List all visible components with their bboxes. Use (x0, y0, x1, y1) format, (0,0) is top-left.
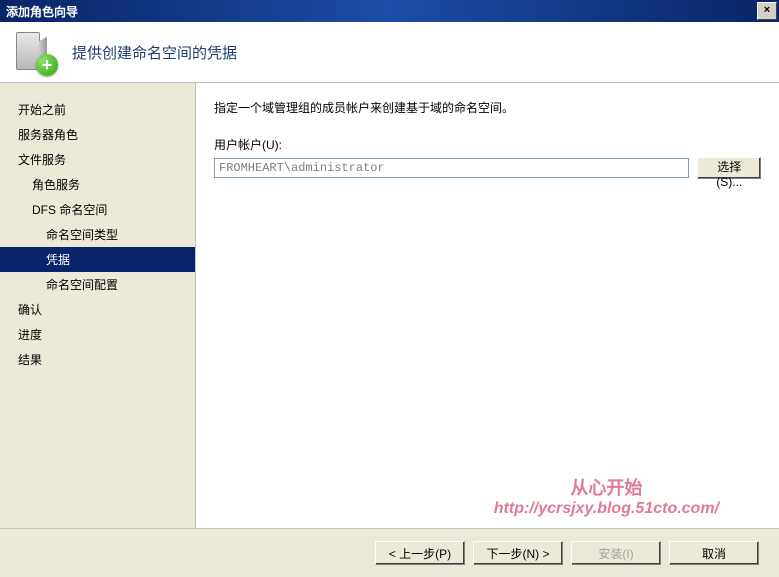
plus-icon: + (36, 54, 58, 76)
close-button[interactable]: × (757, 2, 777, 20)
account-input[interactable] (214, 158, 689, 178)
page-title: 提供创建命名空间的凭据 (72, 42, 237, 63)
sidebar-item-results[interactable]: 结果 (0, 347, 195, 372)
account-field-row: 选择(S)... (214, 157, 761, 179)
content-description: 指定一个域管理组的成员帐户来创建基于域的命名空间。 (214, 99, 761, 116)
titlebar: 添加角色向导 × (0, 0, 779, 22)
wizard-footer: < 上一步(P) 下一步(N) > 安装(I) 取消 (0, 528, 779, 577)
account-label: 用户帐户(U): (214, 136, 761, 153)
window-title: 添加角色向导 (6, 3, 757, 20)
watermark-line2: http://ycrsjxy.blog.51cto.com/ (494, 500, 719, 518)
select-account-button[interactable]: 选择(S)... (697, 157, 761, 179)
sidebar-item-namespace-config[interactable]: 命名空间配置 (0, 272, 195, 297)
wizard-body: 开始之前 服务器角色 文件服务 角色服务 DFS 命名空间 命名空间类型 凭据 … (0, 83, 779, 528)
sidebar-item-confirm[interactable]: 确认 (0, 297, 195, 322)
watermark: 从心开始 http://ycrsjxy.blog.51cto.com/ (494, 474, 719, 518)
sidebar-item-server-roles[interactable]: 服务器角色 (0, 122, 195, 147)
sidebar-item-namespace-type[interactable]: 命名空间类型 (0, 222, 195, 247)
prev-button[interactable]: < 上一步(P) (375, 541, 465, 565)
cancel-button[interactable]: 取消 (669, 541, 759, 565)
sidebar-item-before-begin[interactable]: 开始之前 (0, 97, 195, 122)
watermark-line1: 从心开始 (494, 474, 719, 500)
sidebar-item-file-services[interactable]: 文件服务 (0, 147, 195, 172)
sidebar-item-progress[interactable]: 进度 (0, 322, 195, 347)
next-button[interactable]: 下一步(N) > (473, 541, 563, 565)
wizard-header: + 提供创建命名空间的凭据 (0, 22, 779, 83)
install-button: 安装(I) (571, 541, 661, 565)
sidebar-item-credentials[interactable]: 凭据 (0, 247, 195, 272)
sidebar-item-dfs-namespace[interactable]: DFS 命名空间 (0, 197, 195, 222)
wizard-sidebar: 开始之前 服务器角色 文件服务 角色服务 DFS 命名空间 命名空间类型 凭据 … (0, 83, 195, 528)
sidebar-item-role-services[interactable]: 角色服务 (0, 172, 195, 197)
wizard-content: 指定一个域管理组的成员帐户来创建基于域的命名空间。 用户帐户(U): 选择(S)… (195, 83, 779, 528)
wizard-window: 添加角色向导 × + 提供创建命名空间的凭据 开始之前 服务器角色 文件服务 角… (0, 0, 779, 577)
wizard-header-icon: + (10, 28, 58, 76)
